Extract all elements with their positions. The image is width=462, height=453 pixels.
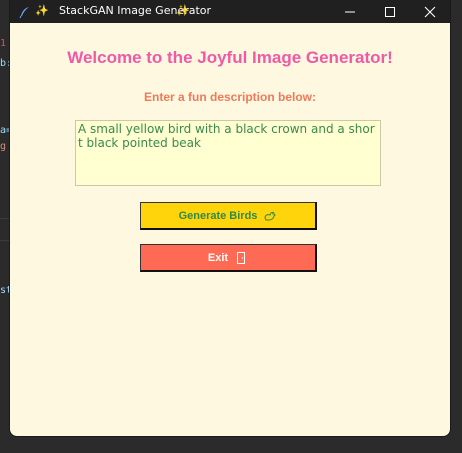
editor-fragment: g: [0, 141, 7, 152]
title-bar[interactable]: ✨ StackGAN Image Generator ✨: [10, 0, 450, 23]
minimize-button[interactable]: [330, 0, 370, 23]
description-input[interactable]: A small yellow bird with a black crown a…: [75, 120, 381, 186]
bird-icon: [263, 209, 277, 223]
maximize-icon: [385, 7, 395, 17]
generate-birds-button[interactable]: Generate Birds: [140, 202, 317, 230]
instruction-label: Enter a fun description below:: [143, 90, 316, 104]
close-icon: [424, 6, 436, 18]
sparkles-icon: ✨: [176, 4, 190, 17]
minimize-icon: [345, 11, 355, 13]
close-button[interactable]: [410, 0, 450, 23]
maximize-button[interactable]: [370, 0, 410, 23]
sparkles-icon: ✨: [35, 4, 49, 17]
page-title: Welcome to the Joyful Image Generator!: [67, 48, 393, 67]
door-icon: [234, 251, 248, 265]
feather-icon: [18, 4, 32, 19]
exit-button[interactable]: Exit: [140, 244, 317, 272]
generate-birds-label: Generate Birds: [178, 209, 258, 222]
exit-label: Exit: [207, 251, 229, 264]
app-window: ✨ StackGAN Image Generator ✨ Welcome to …: [10, 0, 450, 436]
editor-fragment: 1: [0, 38, 7, 49]
